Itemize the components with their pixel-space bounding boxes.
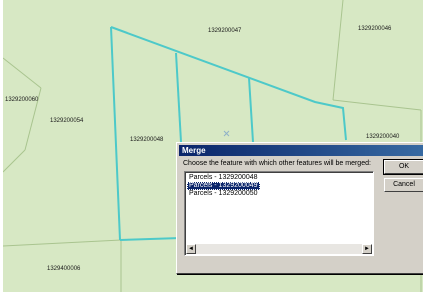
horizontal-scrollbar[interactable]: ◄ ► [186, 244, 372, 254]
parcel-label-1329200040: 1329200040 [366, 134, 400, 140]
map-window: 1329200047 1329200046 1329200060 1329200… [0, 0, 423, 292]
parcel-label-1329200054: 1329200054 [50, 118, 84, 124]
scroll-left-icon[interactable]: ◄ [186, 244, 196, 254]
ok-button[interactable]: OK [383, 159, 423, 175]
dialog-title-bar[interactable]: Merge [179, 145, 423, 156]
list-item-1329200048[interactable]: Parcels - 1329200048 [187, 174, 260, 182]
cancel-button[interactable]: Cancel [384, 178, 423, 192]
parcel-label-1329200047: 1329200047 [208, 28, 242, 34]
list-item-1329200049[interactable]: Parcels - 1329200049 [187, 182, 260, 190]
parcel-label-1329200046: 1329200046 [358, 26, 392, 32]
scroll-right-icon[interactable]: ► [362, 244, 372, 254]
parcel-label-1329400006: 1329400006 [47, 266, 81, 272]
parcel-label-1329200048: 1329200048 [130, 137, 164, 143]
feature-listbox[interactable]: Parcels - 1329200048 Parcels - 132920004… [184, 171, 374, 256]
dialog-prompt: Choose the feature with which other feat… [183, 160, 371, 167]
dialog-title: Merge [182, 146, 206, 155]
parcel-label-1329200060: 1329200060 [5, 97, 39, 103]
list-item-1329200050[interactable]: Parcels - 1329200050 [187, 190, 260, 198]
merge-dialog: Merge Choose the feature with which othe… [176, 142, 423, 274]
